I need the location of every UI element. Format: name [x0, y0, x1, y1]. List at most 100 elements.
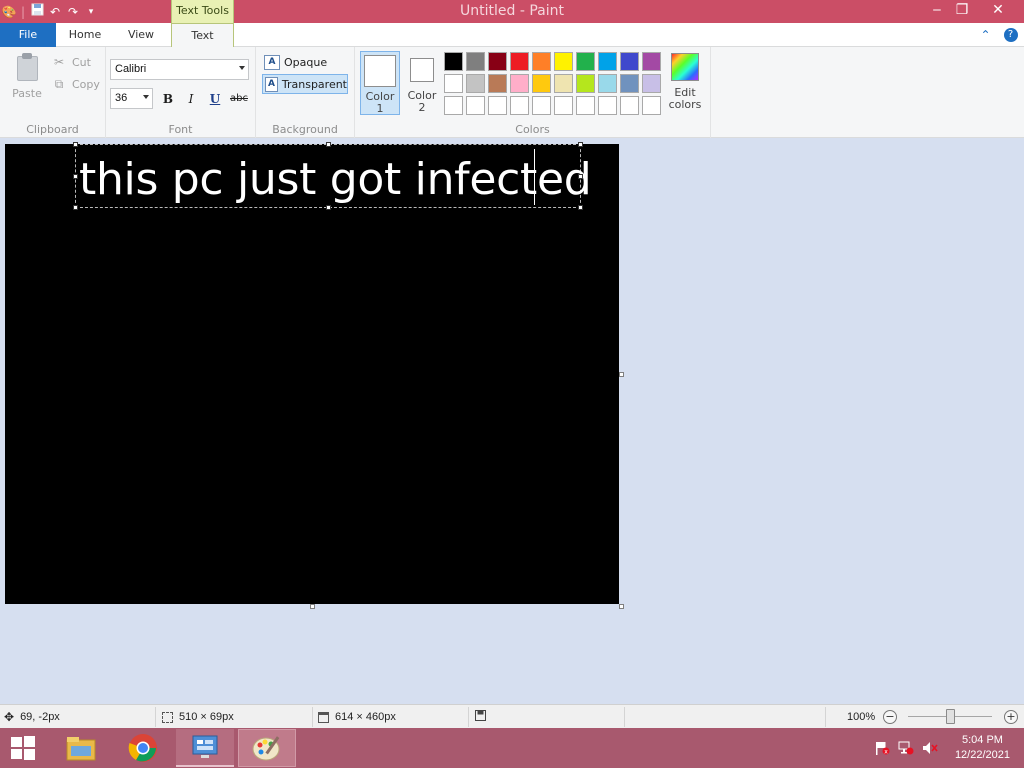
network-icon[interactable] [898, 741, 914, 755]
zoom-slider-thumb[interactable] [946, 709, 955, 724]
opaque-icon: A [264, 54, 280, 70]
tab-file[interactable]: File [0, 23, 56, 47]
palette-swatch[interactable] [620, 74, 639, 93]
cut-button[interactable]: ✂ Cut [52, 52, 91, 72]
text-box[interactable]: this pc just got infected [73, 142, 592, 210]
window-title: Untitled - Paint [460, 3, 564, 19]
palette-swatch[interactable] [488, 52, 507, 71]
strikethrough-button[interactable]: abc [228, 90, 250, 108]
action-center-flag-icon[interactable]: x [874, 741, 890, 756]
system-clock[interactable]: 5:04 PM 12/22/2021 [955, 733, 1010, 763]
restore-button[interactable]: ❐ [945, 0, 979, 22]
palette-swatch[interactable] [532, 52, 551, 71]
palette-swatch[interactable] [554, 96, 573, 115]
svg-text:x: x [884, 749, 888, 756]
help-icon[interactable]: ? [1003, 28, 1018, 42]
tab-text[interactable]: Text [171, 23, 234, 48]
background-group-label: Background [272, 123, 338, 136]
font-size-select[interactable]: 36 [110, 88, 153, 109]
status-bar: ✥ 69, -2px 510 × 69px 614 × 460px 100% −… [0, 704, 1024, 728]
paste-button[interactable]: Paste [8, 53, 46, 109]
palette-swatch[interactable] [620, 52, 639, 71]
palette-swatch[interactable] [642, 74, 661, 93]
palette-swatch[interactable] [620, 96, 639, 115]
taskbar-control-panel[interactable] [176, 729, 234, 767]
chevron-down-icon [143, 95, 149, 99]
transparent-option[interactable]: A Transparent [262, 74, 348, 94]
palette-swatch[interactable] [488, 96, 507, 115]
taskbar-chrome[interactable] [114, 729, 172, 767]
clock-date: 12/22/2021 [954, 749, 1010, 761]
transparent-icon: A [265, 76, 278, 92]
zoom-out-button[interactable]: − [883, 710, 897, 724]
textbox-handle-b[interactable] [326, 205, 331, 210]
palette-swatch[interactable] [510, 96, 529, 115]
volume-muted-icon[interactable] [922, 741, 938, 755]
palette-swatch[interactable] [576, 74, 595, 93]
zoom-level: 100% [847, 711, 876, 723]
palette-swatch[interactable] [554, 52, 573, 71]
textbox-handle-br[interactable] [578, 205, 583, 210]
rainbow-icon [671, 53, 699, 81]
palette-swatch[interactable] [642, 96, 661, 115]
close-button[interactable]: ✕ [981, 0, 1015, 22]
palette-swatch[interactable] [488, 74, 507, 93]
chevron-down-icon [239, 66, 245, 70]
start-button[interactable] [0, 729, 46, 767]
status-divider [468, 707, 469, 727]
palette-swatch[interactable] [554, 74, 573, 93]
textbox-handle-l[interactable] [73, 174, 78, 179]
palette-swatch[interactable] [576, 52, 595, 71]
palette-swatch[interactable] [532, 74, 551, 93]
textbox-handle-bl[interactable] [73, 205, 78, 210]
status-divider [312, 707, 313, 727]
palette-swatch[interactable] [598, 74, 617, 93]
textbox-handle-t[interactable] [326, 142, 331, 147]
palette-swatch[interactable] [532, 96, 551, 115]
palette-swatch[interactable] [642, 52, 661, 71]
color-palette [444, 52, 664, 118]
collapse-ribbon-icon[interactable]: ⌃ [980, 28, 990, 42]
colors-group-label: Colors [515, 123, 550, 136]
canvas-text[interactable]: this pc just got infected [79, 154, 592, 205]
font-family-select[interactable]: Calibri [110, 59, 249, 80]
status-divider [624, 707, 625, 727]
zoom-in-button[interactable]: + [1004, 710, 1018, 724]
palette-swatch[interactable] [444, 96, 463, 115]
taskbar-file-explorer[interactable] [52, 729, 110, 767]
textbox-handle-tr[interactable] [578, 142, 583, 147]
textbox-handle-r[interactable] [578, 174, 583, 179]
canvas-resize-corner[interactable] [619, 604, 624, 609]
image-size: 614 × 460px [318, 709, 396, 725]
palette-swatch[interactable] [510, 74, 529, 93]
textbox-handle-tl[interactable] [73, 142, 78, 147]
color2-button[interactable]: Color 2 [402, 51, 442, 115]
palette-swatch[interactable] [444, 52, 463, 71]
palette-swatch[interactable] [510, 52, 529, 71]
folder-icon [66, 737, 96, 761]
tab-view[interactable]: View [116, 23, 166, 47]
palette-swatch[interactable] [444, 74, 463, 93]
transparent-label: Transparent [281, 77, 347, 91]
edit-colors-button[interactable]: Edit colors [665, 51, 705, 117]
paint-icon [252, 736, 280, 761]
canvas-resize-right[interactable] [619, 372, 624, 377]
copy-button[interactable]: ⧉ Copy [52, 74, 100, 94]
palette-swatch[interactable] [576, 96, 595, 115]
underline-button[interactable]: U [205, 90, 225, 108]
clock-time: 5:04 PM [961, 734, 1003, 746]
taskbar-paint[interactable] [238, 729, 296, 767]
drawing-canvas[interactable]: this pc just got infected [5, 142, 619, 604]
palette-swatch[interactable] [466, 74, 485, 93]
opaque-option[interactable]: A Opaque [262, 52, 348, 72]
color1-button[interactable]: Color 1 [360, 51, 400, 115]
palette-swatch[interactable] [598, 96, 617, 115]
canvas-resize-bottom[interactable] [310, 604, 315, 609]
palette-swatch[interactable] [598, 52, 617, 71]
palette-swatch[interactable] [466, 52, 485, 71]
italic-button[interactable]: I [181, 90, 201, 108]
bold-button[interactable]: B [158, 90, 178, 108]
tab-home[interactable]: Home [60, 23, 110, 47]
color2-swatch [410, 58, 434, 82]
palette-swatch[interactable] [466, 96, 485, 115]
